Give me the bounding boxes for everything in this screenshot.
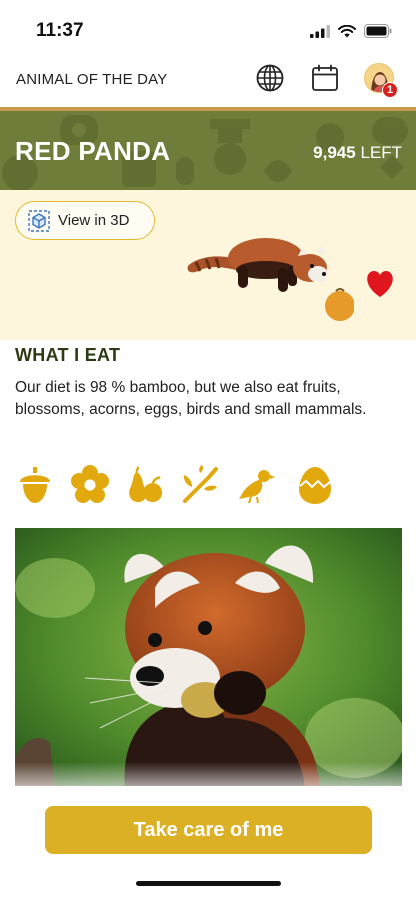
bamboo-icon — [180, 464, 220, 506]
page-title: ANIMAL OF THE DAY — [16, 71, 168, 88]
app-header: ANIMAL OF THE DAY — [0, 62, 416, 108]
status-icons — [310, 24, 392, 38]
wifi-icon — [338, 24, 356, 37]
red-panda-figure — [187, 238, 354, 321]
animal-name: RED PANDA — [15, 136, 171, 166]
fruits-icon — [125, 464, 165, 506]
red-panda-photo — [15, 528, 402, 788]
diet-description: Our diet is 98 % bamboo, but we also eat… — [15, 379, 367, 418]
animal-banner: RED PANDA 9,945 LEFT — [0, 111, 416, 190]
calendar-icon — [312, 64, 338, 91]
status-bar: 11:37 — [0, 0, 416, 62]
language-button[interactable] — [254, 62, 286, 94]
view-in-3d-label: View in 3D — [58, 212, 130, 229]
calendar-button[interactable] — [309, 62, 341, 94]
population-number: 9,945 — [313, 143, 356, 162]
blossom-icon — [70, 464, 110, 506]
battery-icon — [364, 24, 392, 38]
view-in-3d-button[interactable]: View in 3D — [15, 201, 155, 240]
acorn-icon — [15, 464, 55, 506]
take-care-button[interactable]: Take care of me — [45, 806, 372, 854]
status-time: 11:37 — [36, 20, 84, 41]
bird-icon — [237, 464, 277, 506]
section-heading: WHAT I EAT — [15, 345, 121, 365]
notification-badge: 1 — [382, 82, 398, 98]
globe-icon — [256, 64, 284, 92]
food-icons-row — [15, 464, 345, 508]
cellular-signal-icon — [310, 24, 330, 38]
egg-icon — [295, 464, 335, 506]
population-suffix: LEFT — [360, 143, 402, 162]
home-indicator[interactable] — [136, 881, 281, 886]
favorite-heart-icon[interactable] — [364, 269, 396, 299]
population-count: 9,945 LEFT — [313, 143, 402, 163]
cube-3d-icon — [28, 209, 50, 232]
